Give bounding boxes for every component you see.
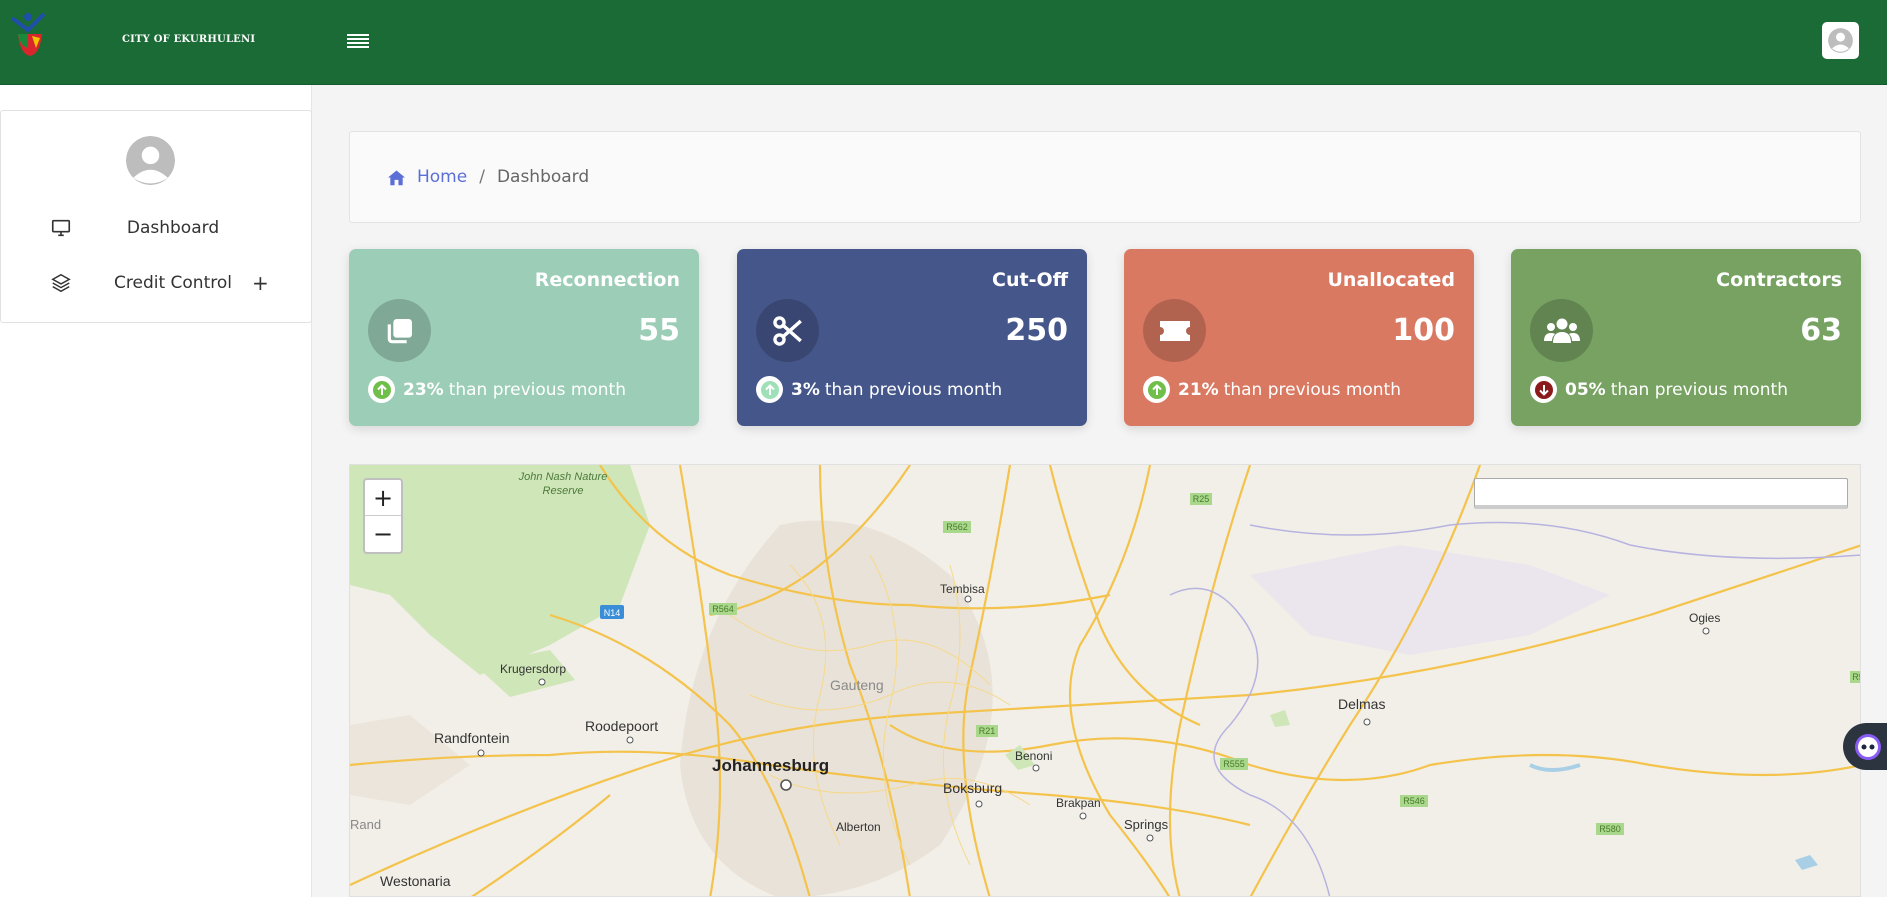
map-tiles[interactable]: N14 R25 R562 R564 R21 R555 R546 R580 R5 <box>350 465 1861 897</box>
card-title: Cut-Off <box>992 269 1068 291</box>
card-percent: 21% <box>1178 379 1219 400</box>
card-title: Reconnection <box>534 269 680 291</box>
map-view[interactable]: N14 R25 R562 R564 R21 R555 R546 R580 R5 … <box>349 464 1861 897</box>
top-navbar: CITY OF EKURHULENI <box>0 0 1887 85</box>
map-label-alberton: Alberton <box>836 820 881 834</box>
chat-widget-button[interactable] <box>1843 723 1887 770</box>
sidebar-item-label: Credit Control <box>114 273 232 293</box>
map-label-gauteng: Gauteng <box>830 677 884 693</box>
card-percent: 05% <box>1565 379 1606 400</box>
card-title: Unallocated <box>1327 269 1455 291</box>
map-label-springs: Springs <box>1124 817 1169 832</box>
home-icon <box>388 170 405 185</box>
map-label-boksburg: Boksburg <box>943 780 1003 796</box>
card-trend-text: than previous month <box>1610 379 1788 400</box>
stat-card-contractors[interactable]: Contractors 63 05% than previous month <box>1511 249 1861 426</box>
map-label-tembisa: Tembisa <box>940 582 985 596</box>
map-search-input[interactable] <box>1474 478 1848 509</box>
breadcrumb-home-link[interactable]: Home <box>387 167 467 187</box>
map-label-delmas: Delmas <box>1338 696 1386 712</box>
svg-text:N14: N14 <box>604 608 621 618</box>
map-zoom-control: + − <box>363 478 403 554</box>
svg-text:R25: R25 <box>1193 494 1210 504</box>
card-trend: 23% than previous month <box>368 376 626 403</box>
scissors-icon <box>756 299 819 362</box>
svg-text:R555: R555 <box>1223 759 1245 769</box>
zoom-out-button[interactable]: − <box>365 516 401 552</box>
map-label-krugersdorp: Krugersdorp <box>500 662 567 676</box>
svg-text:R5: R5 <box>1852 672 1861 682</box>
arrow-up-icon <box>1143 376 1170 403</box>
card-percent: 3% <box>791 379 820 400</box>
map-label-johannesburg: Johannesburg <box>712 756 830 775</box>
map-label-roodepoort: Roodepoort <box>585 718 659 734</box>
profile-avatar[interactable] <box>126 136 175 185</box>
svg-text:R562: R562 <box>946 522 968 532</box>
breadcrumb-home-label: Home <box>417 167 468 187</box>
map-label-brakpan: Brakpan <box>1056 796 1101 810</box>
breadcrumb: Home / Dashboard <box>349 131 1861 223</box>
stat-card-cut-off[interactable]: Cut-Off 250 3% than previous month <box>737 249 1087 426</box>
chatbot-icon <box>1855 733 1881 760</box>
stat-card-unallocated[interactable]: Unallocated 100 21% than previous month <box>1124 249 1474 426</box>
map-label-rand: Rand <box>350 817 382 832</box>
zoom-in-button[interactable]: + <box>365 480 401 516</box>
card-value: 100 <box>1392 313 1455 348</box>
ticket-icon <box>1143 299 1206 362</box>
card-value: 250 <box>1005 313 1068 348</box>
card-title: Contractors <box>1716 269 1842 291</box>
card-trend-text: than previous month <box>824 379 1003 400</box>
svg-text:R21: R21 <box>979 726 996 736</box>
card-trend: 3% than previous month <box>756 376 1002 403</box>
arrow-up-icon <box>368 376 395 403</box>
map-label-ogies: Ogies <box>1689 611 1721 625</box>
map-label-benoni: Benoni <box>1015 749 1053 763</box>
breadcrumb-current: Dashboard <box>496 167 590 187</box>
card-trend-text: than previous month <box>1223 379 1401 400</box>
hamburger-icon[interactable] <box>347 32 369 50</box>
svg-text:R580: R580 <box>1599 824 1621 834</box>
copy-icon <box>368 299 431 362</box>
expand-plus-icon[interactable]: + <box>252 271 269 295</box>
stat-card-reconnection[interactable]: Reconnection 55 23% than previous month <box>349 249 699 426</box>
brand-title: CITY OF EKURHULENI <box>122 34 256 45</box>
map-label-westonaria: Westonaria <box>380 873 451 889</box>
card-value: 55 <box>638 313 680 348</box>
city-logo[interactable] <box>6 8 50 58</box>
card-trend-text: than previous month <box>448 379 626 400</box>
arrow-down-icon <box>1530 376 1557 403</box>
sidebar: Dashboard Credit Control + <box>0 110 312 323</box>
svg-text:R564: R564 <box>712 604 734 614</box>
users-icon <box>1530 299 1593 362</box>
card-trend: 05% than previous month <box>1530 376 1788 403</box>
arrow-up-icon <box>756 376 783 403</box>
svg-text:R546: R546 <box>1403 796 1425 806</box>
card-value: 63 <box>1800 313 1842 348</box>
card-trend: 21% than previous month <box>1143 376 1401 403</box>
map-label-nature-reserve: John Nash Nature Reserve <box>518 471 608 497</box>
card-percent: 23% <box>403 379 444 400</box>
user-avatar-icon[interactable] <box>1822 22 1859 59</box>
sidebar-item-credit-control[interactable]: Credit Control + <box>1 263 311 303</box>
breadcrumb-separator: / <box>479 167 485 187</box>
sidebar-item-dashboard[interactable]: Dashboard <box>1 208 311 248</box>
sidebar-item-label: Dashboard <box>126 218 220 238</box>
map-label-randfontein: Randfontein <box>434 730 510 746</box>
